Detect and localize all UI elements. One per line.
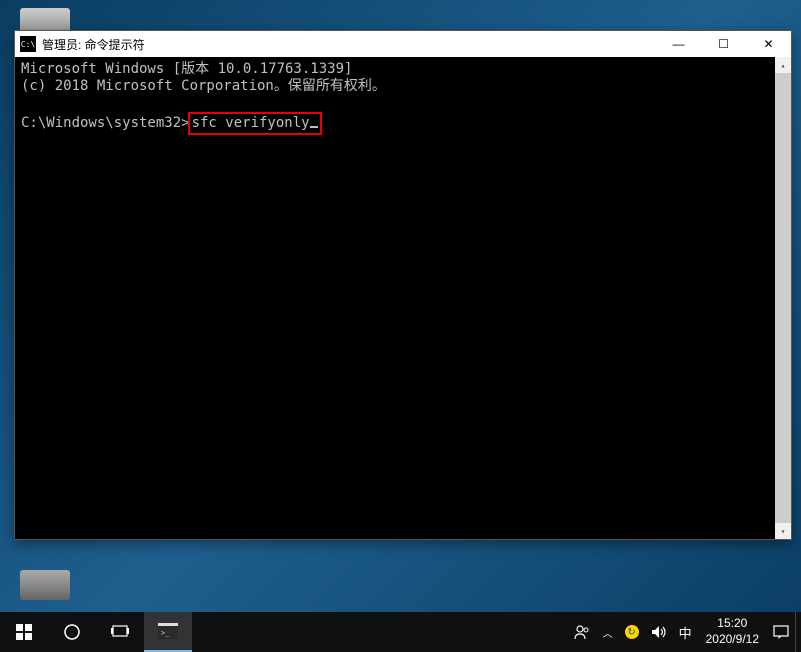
people-button[interactable] <box>567 612 597 652</box>
typed-command: sfc verifyonly <box>192 115 310 131</box>
close-button[interactable]: ✕ <box>746 31 791 57</box>
task-view-button[interactable] <box>96 612 144 652</box>
cortana-button[interactable] <box>48 612 96 652</box>
taskbar: >_ ︿ ↻ 中 15:20 <box>0 612 801 652</box>
show-desktop-button[interactable] <box>795 612 801 652</box>
start-button[interactable] <box>0 612 48 652</box>
maximize-button[interactable]: ☐ <box>701 31 746 57</box>
terminal-line-1: Microsoft Windows [版本 10.0.17763.1339] <box>21 61 785 78</box>
security-icon[interactable]: ↻ <box>619 612 645 652</box>
scrollbar-thumb[interactable] <box>775 73 791 523</box>
tray-expand-button[interactable]: ︿ <box>597 612 619 652</box>
prompt-path: C:\Windows\system32> <box>21 115 190 131</box>
sync-icon: ↻ <box>625 625 639 639</box>
ime-label: 中 <box>679 623 692 642</box>
desktop-icon-2[interactable] <box>20 570 70 600</box>
scroll-up-button[interactable]: ▴ <box>775 57 791 73</box>
terminal-prompt-line: C:\Windows\system32>sfc verifyonly <box>21 112 785 135</box>
desktop-area <box>0 260 5 360</box>
command-highlight: sfc verifyonly <box>188 112 322 135</box>
scroll-down-button[interactable]: ▾ <box>775 523 791 539</box>
cmd-taskbar-item[interactable]: >_ <box>144 612 192 652</box>
terminal-output[interactable]: Microsoft Windows [版本 10.0.17763.1339] (… <box>15 57 791 539</box>
chevron-up-icon: ︿ <box>603 625 613 640</box>
speaker-icon <box>651 625 667 639</box>
cursor <box>310 126 318 128</box>
clock-button[interactable]: 15:20 2020/9/12 <box>698 616 767 647</box>
clock-date: 2020/9/12 <box>706 632 759 648</box>
clock-time: 15:20 <box>706 616 759 632</box>
minimize-button[interactable]: — <box>656 31 701 57</box>
terminal-line-2: (c) 2018 Microsoft Corporation。保留所有权利。 <box>21 78 785 95</box>
action-center-button[interactable] <box>767 612 795 652</box>
command-prompt-window: C:\ 管理员: 命令提示符 — ☐ ✕ Microsoft Windows [… <box>14 30 792 540</box>
terminal-blank <box>21 95 785 112</box>
people-icon <box>573 623 591 641</box>
cmd-taskbar-icon: >_ <box>158 623 178 639</box>
scrollbar[interactable]: ▴ ▾ <box>775 57 791 539</box>
svg-text:>_: >_ <box>161 629 170 637</box>
volume-button[interactable] <box>645 612 673 652</box>
ime-button[interactable]: 中 <box>673 612 698 652</box>
cmd-icon: C:\ <box>20 36 36 52</box>
notification-icon <box>773 624 789 640</box>
cortana-icon <box>63 623 81 641</box>
task-view-icon <box>111 625 129 639</box>
window-title: 管理员: 命令提示符 <box>42 36 656 53</box>
windows-logo-icon <box>16 624 32 640</box>
window-titlebar[interactable]: C:\ 管理员: 命令提示符 — ☐ ✕ <box>15 31 791 57</box>
